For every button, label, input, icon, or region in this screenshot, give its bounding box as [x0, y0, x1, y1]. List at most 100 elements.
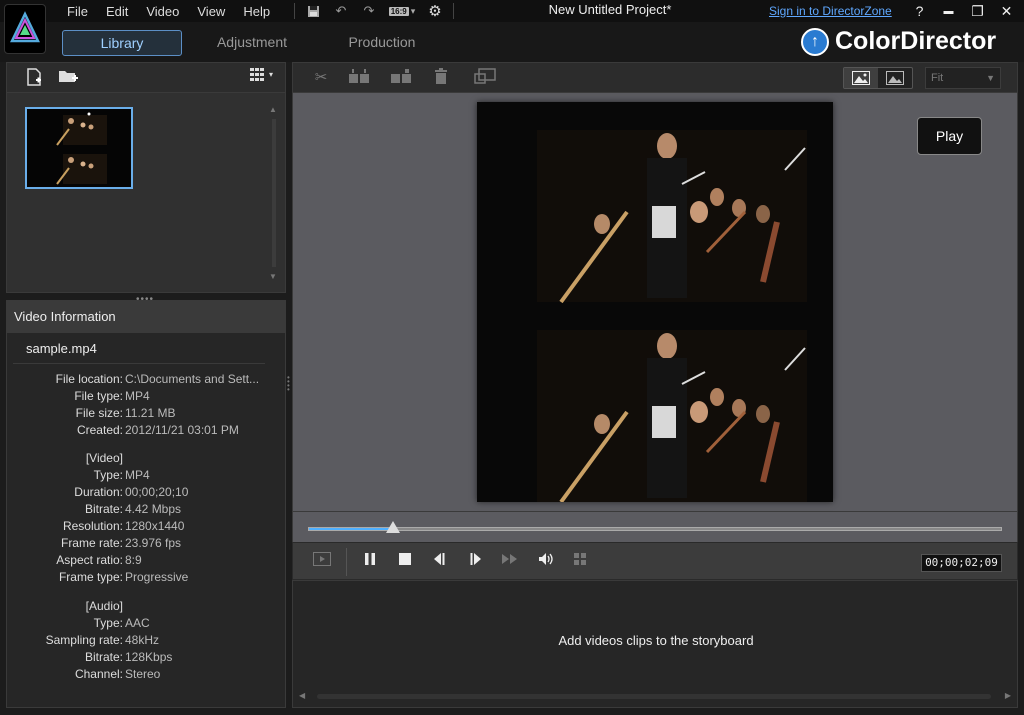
aspect-ratio-selector[interactable]: 16:9 ▾ — [387, 2, 417, 20]
grid-view-icon[interactable]: ▾ — [243, 68, 273, 88]
brand-logo: ↑ ColorDirector — [801, 27, 996, 56]
seek-handle[interactable] — [386, 521, 400, 533]
info-key: File size: — [75, 406, 123, 420]
scroll-right-icon[interactable]: ▶ — [1005, 691, 1011, 700]
import-folder-icon[interactable] — [57, 68, 79, 88]
tab-library[interactable]: Library — [62, 30, 182, 56]
preview-area: ✂ Fit ▼ Play 00;00;02;09 Add videos clip… — [292, 62, 1018, 708]
preview-icon[interactable] — [311, 552, 333, 572]
file-name: sample.mp4 — [26, 341, 97, 356]
frame-top — [537, 130, 807, 304]
info-value: 23.976 fps — [125, 536, 182, 550]
info-row: Frame type: Progressive — [7, 569, 287, 586]
scroll-track[interactable] — [272, 119, 276, 267]
info-key: Type: — [93, 616, 123, 630]
tab-production[interactable]: Production — [322, 30, 442, 56]
play-overlay-button[interactable]: Play — [917, 117, 982, 155]
info-key: File location: — [55, 372, 123, 386]
menu-video[interactable]: Video — [137, 4, 188, 19]
prev-frame-icon[interactable] — [428, 552, 450, 572]
cut-icon[interactable]: ✂ — [309, 68, 333, 88]
storyboard-message: Add videos clips to the storyboard — [558, 633, 754, 648]
split-icon[interactable] — [347, 68, 371, 88]
menu-edit[interactable]: Edit — [97, 4, 137, 19]
info-row: [Audio] — [7, 598, 287, 615]
tab-adjustment[interactable]: Adjustment — [192, 30, 312, 56]
volume-icon[interactable] — [535, 552, 557, 572]
zoom-select[interactable]: Fit ▼ — [925, 67, 1001, 89]
scroll-left-icon[interactable]: ◀ — [299, 691, 305, 700]
seek-bar[interactable] — [292, 512, 1018, 542]
info-value: MP4 — [125, 389, 150, 403]
info-value: 4.42 Mbps — [125, 502, 182, 516]
seek-track[interactable] — [308, 527, 1002, 531]
info-key: Frame type: — [58, 570, 123, 584]
info-value: AAC — [125, 616, 150, 630]
media-thumbnail[interactable] — [25, 107, 133, 189]
storyboard[interactable]: Add videos clips to the storyboard ◀ ▶ — [292, 580, 1018, 708]
panel-resize-grip-icon[interactable]: • • • • — [287, 374, 290, 394]
maximize-button[interactable]: ❐ — [963, 0, 992, 22]
menu-view[interactable]: View — [188, 4, 234, 19]
upgrade-arrow-icon[interactable]: ↑ — [801, 27, 829, 56]
compare-view-button[interactable] — [878, 68, 912, 88]
divider — [346, 548, 347, 576]
import-media-icon[interactable] — [23, 68, 45, 88]
info-row: Type: AAC — [7, 615, 287, 632]
info-row: File type: MP4 — [7, 388, 287, 405]
info-key: Bitrate: — [84, 650, 123, 664]
stop-icon[interactable] — [394, 552, 416, 572]
title-bar: File Edit Video View Help ↶ ↷ 16:9 ▾ ⚙ N… — [0, 0, 1024, 22]
info-value: 128Kbps — [125, 650, 173, 664]
gear-icon[interactable]: ⚙ — [425, 2, 445, 20]
info-row: Frame rate: 23.976 fps — [7, 535, 287, 552]
preview-viewport: Play — [292, 92, 1018, 512]
info-key: Resolution: — [62, 519, 123, 533]
info-row: Bitrate: 128Kbps — [7, 649, 287, 666]
chevron-down-icon: ▾ — [410, 5, 416, 16]
menu-help[interactable]: Help — [234, 4, 279, 19]
info-value: 2012/11/21 03:01 PM — [125, 423, 239, 437]
fast-forward-icon[interactable] — [499, 552, 521, 572]
library-toolbar: ▾ — [6, 62, 286, 92]
scroll-up-icon[interactable]: ▲ — [269, 105, 277, 114]
info-value: Progressive — [125, 570, 189, 584]
info-row: Type: MP4 — [7, 467, 287, 484]
snapshot-icon[interactable] — [569, 552, 591, 572]
info-key: Frame rate: — [60, 536, 123, 550]
scroll-track[interactable] — [317, 694, 991, 699]
fit-screen-icon[interactable] — [473, 68, 497, 88]
split-2-icon[interactable] — [389, 68, 413, 88]
redo-icon[interactable]: ↷ — [359, 2, 379, 20]
video-frame — [477, 102, 833, 502]
info-key: [Audio] — [85, 599, 123, 613]
minimize-button[interactable]: ▬ — [934, 0, 963, 22]
pause-icon[interactable] — [359, 552, 381, 572]
next-frame-icon[interactable] — [465, 552, 487, 572]
scroll-down-icon[interactable]: ▼ — [269, 272, 277, 281]
chevron-down-icon: ▾ — [268, 70, 273, 79]
delete-icon[interactable] — [429, 68, 453, 88]
help-button[interactable]: ? — [905, 0, 934, 22]
info-key: Bitrate: — [84, 502, 123, 516]
info-key: Type: — [93, 468, 123, 482]
video-information-panel: Video Information sample.mp4 File locati… — [6, 300, 286, 708]
divider — [294, 3, 295, 19]
info-row: File size: 11.21 MB — [7, 405, 287, 422]
menu-file[interactable]: File — [58, 4, 97, 19]
library-panel: ▾ ▲ ▼ ••• — [6, 62, 286, 708]
info-row: Bitrate: 4.42 Mbps — [7, 501, 287, 518]
info-key: File type: — [74, 389, 123, 403]
info-key: Duration: — [74, 485, 123, 499]
undo-icon[interactable]: ↶ — [331, 2, 351, 20]
info-value: Stereo — [125, 667, 161, 681]
info-value: C:\Documents and Sett... — [125, 372, 260, 386]
library-scrollbar[interactable]: ▲ ▼ — [269, 105, 279, 281]
storyboard-scrollbar[interactable]: ◀ ▶ — [299, 691, 1011, 701]
single-view-button[interactable] — [844, 68, 878, 88]
signin-link[interactable]: Sign in to DirectorZone — [769, 4, 892, 18]
close-button[interactable]: ✕ — [992, 0, 1021, 22]
divider — [453, 3, 454, 19]
media-library-grid: ▲ ▼ — [6, 92, 286, 293]
save-icon[interactable] — [303, 2, 323, 20]
